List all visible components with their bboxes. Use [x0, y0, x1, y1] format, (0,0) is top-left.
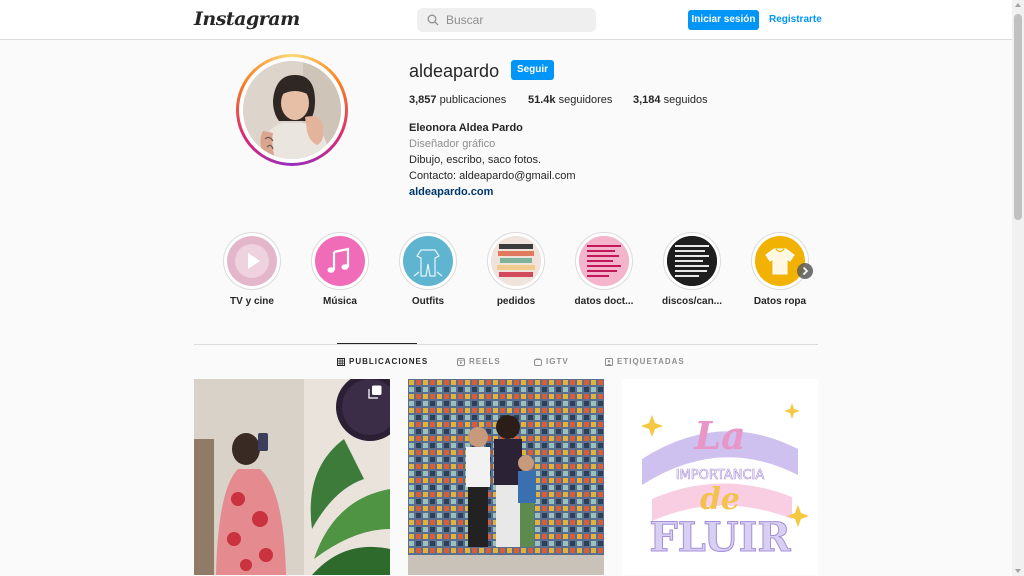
followers-count[interactable]: 51.4k seguidores	[528, 94, 612, 106]
highlight-tv-y-cine[interactable]: TV y cine	[222, 232, 282, 307]
posts-count: 3,857 publicaciones	[409, 94, 507, 106]
grid-icon	[337, 357, 345, 366]
top-navbar: Instagram Buscar Iniciar sesión Registra…	[0, 0, 1012, 40]
svg-text:FLUIR: FLUIR	[649, 514, 791, 561]
igtv-icon	[534, 357, 542, 366]
instagram-logo[interactable]: Instagram	[194, 8, 300, 30]
profile-full-name: Eleonora Aldea Pardo	[409, 122, 523, 134]
tab-reels[interactable]: REELS	[457, 357, 501, 366]
tagged-icon	[605, 357, 613, 366]
register-link[interactable]: Registrarte	[769, 14, 822, 25]
follow-button[interactable]: Seguir	[511, 60, 554, 80]
svg-text:de: de	[700, 482, 740, 517]
avatar-photo	[243, 61, 341, 159]
search-input[interactable]: Buscar	[446, 13, 483, 27]
login-button[interactable]: Iniciar sesión	[688, 10, 759, 30]
profile-username: aldeapardo	[409, 61, 500, 81]
reels-icon	[457, 357, 465, 366]
play-icon	[235, 244, 269, 278]
scroll-down-icon[interactable]	[1015, 569, 1021, 573]
highlights-next-button[interactable]	[797, 263, 813, 279]
tabs-divider	[194, 344, 818, 345]
post-thumbnail-3[interactable]: La IMPORTANCIA de FLUIR	[622, 379, 818, 575]
scrollbar-thumb[interactable]	[1014, 14, 1022, 220]
books-icon	[491, 236, 541, 286]
music-note-icon	[327, 247, 350, 273]
tab-igtv[interactable]: IGTV	[534, 357, 569, 366]
page-scrollbar[interactable]	[1012, 0, 1024, 576]
bio-contact: Contacto: aldeapardo@gmail.com	[409, 170, 576, 182]
highlight-datos-doct[interactable]: datos doct...	[574, 232, 634, 307]
highlight-pedidos[interactable]: pedidos	[486, 232, 546, 307]
search-icon	[427, 14, 439, 26]
active-tab-indicator	[337, 343, 417, 344]
profile-avatar[interactable]	[236, 54, 348, 166]
post-thumbnail-1[interactable]	[194, 379, 390, 575]
post-photo-family-mural	[408, 379, 604, 575]
svg-text:La: La	[693, 413, 745, 458]
outfit-icon	[413, 249, 443, 277]
text-list-icon	[579, 236, 629, 286]
highlight-outfits[interactable]: Outfits	[398, 232, 458, 307]
tab-publicaciones[interactable]: PUBLICACIONES	[337, 357, 428, 366]
chevron-right-icon	[802, 266, 809, 276]
highlight-discos-can[interactable]: discos/can...	[662, 232, 722, 307]
scroll-up-icon[interactable]	[1015, 3, 1021, 7]
svg-text:IMPORTANCIA: IMPORTANCIA	[676, 468, 765, 483]
post-lettering-illustration: La IMPORTANCIA de FLUIR	[622, 379, 818, 575]
following-count[interactable]: 3,184 seguidos	[633, 94, 708, 106]
post-thumbnail-2[interactable]	[408, 379, 604, 575]
multiple-images-icon	[368, 385, 382, 399]
profile-website-link[interactable]: aldeapardo.com	[409, 186, 493, 198]
bio-text: Dibujo, escribo, saco fotos.	[409, 154, 542, 166]
highlight-musica[interactable]: Música	[310, 232, 370, 307]
tab-etiquetadas[interactable]: ETIQUETADAS	[605, 357, 685, 366]
search-bar[interactable]: Buscar	[417, 8, 596, 32]
text-list-icon	[667, 236, 717, 286]
profile-category: Diseñador gráfico	[409, 138, 496, 150]
post-photo-mirror-selfie	[194, 379, 390, 575]
